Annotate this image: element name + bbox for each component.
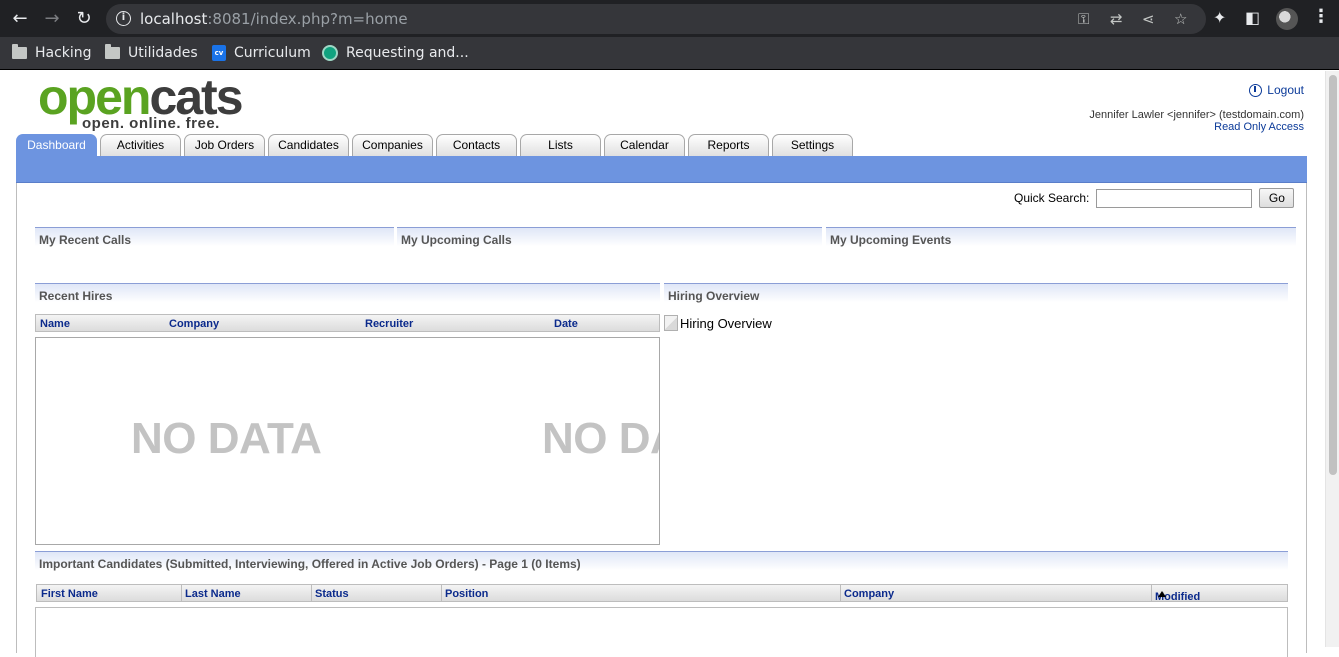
no-data-placeholder: NO DATA	[131, 414, 322, 463]
main-tabs: Dashboard Activities Job Orders Candidat…	[16, 134, 856, 157]
quick-search: Quick Search: Go	[1014, 188, 1295, 208]
cv-icon: cv	[212, 45, 226, 61]
hiring-overview-image: Hiring Overview	[664, 315, 772, 331]
tab-reports[interactable]: Reports	[688, 134, 769, 156]
column-company[interactable]: Company	[844, 588, 894, 600]
tab-settings[interactable]: Settings	[772, 134, 853, 156]
address-bar[interactable]: i localhost:8081/index.php?m=home ⚿ ⇄ ⋖ …	[106, 4, 1206, 34]
folder-icon	[12, 44, 27, 59]
bookmark-hacking[interactable]: Hacking	[12, 43, 92, 63]
tab-job-orders[interactable]: Job Orders	[184, 134, 265, 156]
url-text[interactable]: localhost:8081/index.php?m=home	[140, 10, 408, 28]
go-button[interactable]: Go	[1259, 188, 1295, 208]
tab-dashboard[interactable]: Dashboard	[16, 134, 97, 157]
tab-contacts[interactable]: Contacts	[436, 134, 517, 156]
extensions-puzzle-icon[interactable]: ✦	[1213, 8, 1226, 27]
bookmark-label: Requesting and...	[346, 45, 469, 61]
hiring-overview-alt: Hiring Overview	[680, 315, 772, 331]
scrollbar-thumb[interactable]	[1329, 75, 1337, 475]
tab-candidates[interactable]: Candidates	[268, 134, 349, 156]
logo-tagline: open. online. free.	[82, 115, 220, 132]
my-upcoming-events-header: My Upcoming Events	[826, 227, 1296, 251]
site-info-icon[interactable]: i	[116, 11, 131, 26]
share-icon[interactable]: ⋖	[1142, 10, 1155, 28]
browser-menu-icon[interactable]: ⋮	[1312, 6, 1330, 27]
user-info: Jennifer Lawler <jennifer> (testdomain.c…	[1089, 109, 1304, 133]
tab-activities[interactable]: Activities	[100, 134, 181, 156]
column-company[interactable]: Company	[169, 318, 219, 330]
user-line: Jennifer Lawler <jennifer> (testdomain.c…	[1089, 109, 1304, 121]
chatgpt-icon	[322, 45, 338, 61]
url-path: :8081/index.php?m=home	[207, 10, 408, 28]
page-scrollbar[interactable]	[1325, 71, 1339, 647]
column-first-name[interactable]: First Name	[41, 588, 98, 600]
column-position[interactable]: Position	[445, 588, 488, 600]
column-last-name[interactable]: Last Name	[185, 588, 241, 600]
bookmark-curriculum[interactable]: cv Curriculum	[212, 43, 311, 63]
candidates-table-header: First Name Last Name Status Position Com…	[36, 584, 1288, 603]
important-candidates-header: Important Candidates (Submitted, Intervi…	[35, 551, 1288, 575]
recent-hires-table-header: Name Company Recruiter Date	[35, 314, 660, 332]
access-level: Read Only Access	[1214, 121, 1304, 133]
bookmarks-bar: Hacking Utilidades cv Curriculum Requesti…	[0, 37, 1339, 70]
opencats-logo[interactable]: opencats open. online. free.	[38, 71, 248, 132]
side-panel-icon[interactable]: ◧	[1245, 8, 1260, 27]
tab-lists[interactable]: Lists	[520, 134, 601, 156]
quick-search-label: Quick Search:	[1014, 191, 1090, 205]
candidates-table-body	[35, 607, 1288, 657]
quick-search-input[interactable]	[1096, 188, 1253, 208]
recent-hires-table-body: NO DATA NO DATA	[35, 337, 660, 545]
my-upcoming-calls-header: My Upcoming Calls	[397, 227, 822, 251]
column-status[interactable]: Status	[315, 588, 349, 600]
bookmark-star-icon[interactable]: ☆	[1174, 10, 1187, 28]
bookmark-utilidades[interactable]: Utilidades	[105, 43, 198, 63]
url-host: localhost	[140, 10, 208, 28]
column-date[interactable]: Date	[554, 318, 578, 330]
tab-companies[interactable]: Companies	[352, 134, 433, 156]
my-recent-calls-header: My Recent Calls	[35, 227, 394, 251]
no-data-placeholder: NO DATA	[542, 414, 659, 463]
subtab-bar	[16, 156, 1307, 183]
broken-image-icon	[664, 315, 678, 331]
column-name[interactable]: Name	[40, 318, 70, 330]
logout-link[interactable]: Logout	[1249, 83, 1304, 97]
recent-hires-header: Recent Hires	[35, 283, 660, 307]
bookmark-label: Hacking	[35, 45, 92, 61]
page-viewport: opencats open. online. free. Logout Jenn…	[0, 71, 1325, 657]
hiring-overview-header: Hiring Overview	[664, 283, 1288, 307]
back-arrow-icon[interactable]: ←	[8, 7, 32, 31]
profile-avatar[interactable]	[1276, 8, 1298, 30]
folder-icon	[105, 44, 120, 59]
bookmark-label: Utilidades	[128, 45, 198, 61]
power-icon	[1249, 83, 1263, 97]
bookmark-label: Curriculum	[234, 45, 311, 61]
translate-icon[interactable]: ⇄	[1110, 10, 1123, 28]
key-icon[interactable]: ⚿	[1078, 10, 1089, 28]
bookmark-requesting[interactable]: Requesting and...	[322, 43, 469, 63]
logout-label: Logout	[1267, 83, 1304, 97]
reload-icon[interactable]: ↻	[72, 7, 96, 31]
forward-arrow-icon[interactable]: →	[40, 7, 64, 31]
browser-toolbar: ← → ↻ i localhost:8081/index.php?m=home …	[0, 0, 1339, 37]
tab-calendar[interactable]: Calendar	[604, 134, 685, 156]
column-recruiter[interactable]: Recruiter	[365, 318, 413, 330]
sort-ascending-icon	[1158, 591, 1166, 597]
